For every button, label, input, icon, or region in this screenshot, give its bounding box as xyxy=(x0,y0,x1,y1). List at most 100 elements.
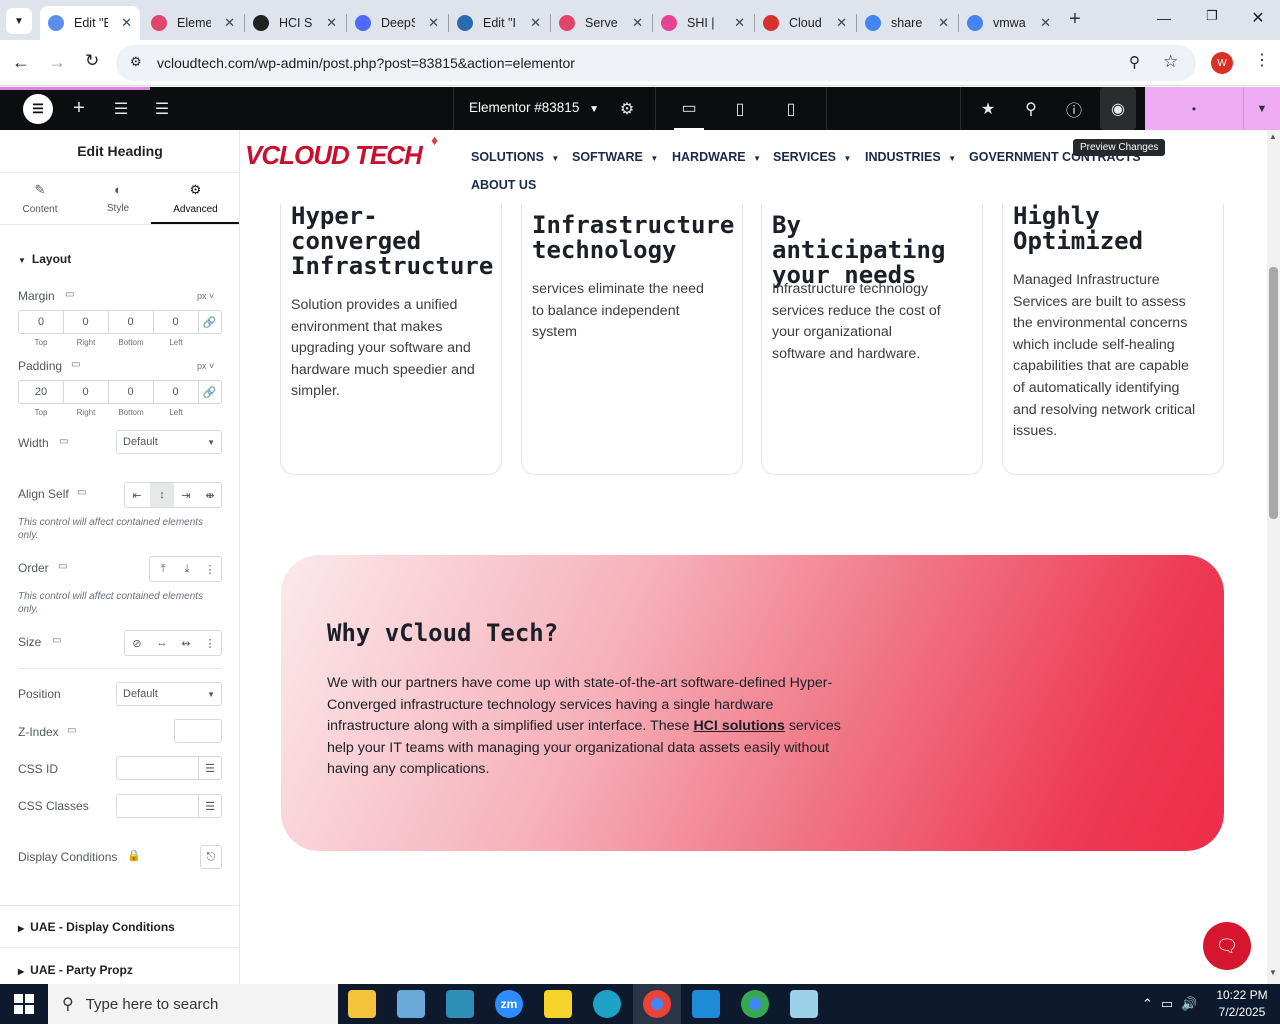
desktop-device-icon[interactable]: ▭ xyxy=(65,289,74,300)
order-end-icon[interactable]: ⤓ xyxy=(175,557,199,581)
tab-close-icon[interactable]: ✕ xyxy=(224,15,235,31)
document-title-dropdown[interactable]: Elementor #83815 ▼ xyxy=(469,100,599,115)
sticky-notes-icon[interactable] xyxy=(544,990,572,1018)
notifications-icon[interactable]: ★ xyxy=(974,87,1002,130)
display-conditions-button[interactable]: ⎋ xyxy=(200,845,222,869)
align-center-icon[interactable]: ↕ xyxy=(150,483,174,507)
nav-software[interactable]: SOFTWARE ▼ xyxy=(572,150,658,164)
padding-link-icon[interactable]: 🔗 xyxy=(198,380,222,404)
layout-section-toggle[interactable]: ▼ Layout xyxy=(18,252,71,266)
chrome-browser-icon[interactable] xyxy=(741,990,769,1018)
desktop-device-icon[interactable]: ▭ xyxy=(77,487,86,498)
chat-widget-button[interactable]: 🗨 xyxy=(1203,922,1251,970)
css-classes-input[interactable] xyxy=(116,794,199,818)
taskbar-time[interactable]: 10:22 PM xyxy=(1212,988,1272,1002)
css-id-input[interactable] xyxy=(116,756,199,780)
structure-layers-icon[interactable]: ☰ xyxy=(149,87,175,130)
align-end-icon[interactable]: ⇥ xyxy=(174,483,198,507)
browser-tab[interactable]: DeepS ✕ xyxy=(347,6,447,40)
padding-right-input[interactable]: 0 xyxy=(63,380,109,404)
position-select[interactable]: Default ▼ xyxy=(116,682,222,706)
app-icon[interactable] xyxy=(790,990,818,1018)
scrollbar-thumb[interactable] xyxy=(1269,267,1278,519)
padding-top-input[interactable]: 20 xyxy=(18,380,64,404)
tablet-view-icon[interactable]: ▯ xyxy=(725,87,755,130)
forward-icon[interactable]: → xyxy=(48,52,66,73)
new-tab-button[interactable]: + xyxy=(1064,8,1086,32)
padding-left-input[interactable]: 0 xyxy=(153,380,199,404)
back-icon[interactable]: ← xyxy=(12,52,30,73)
taskbar-date[interactable]: 7/2/2025 xyxy=(1212,1005,1272,1019)
canvas-scrollbar[interactable]: ▲ ▼ xyxy=(1267,130,1280,984)
help-icon[interactable]: ⓘ xyxy=(1060,87,1088,130)
system-tray-icons[interactable]: ⌃▭🔊 xyxy=(1142,996,1205,1012)
site-settings-icon[interactable]: ☰ xyxy=(108,87,134,130)
browser-tab[interactable]: vmwa ✕ xyxy=(959,6,1059,40)
file-explorer-icon[interactable] xyxy=(348,990,376,1018)
maximize-button[interactable]: ❐ xyxy=(1200,8,1224,28)
nav-about-us[interactable]: ABOUT US xyxy=(471,178,536,192)
preview-eye-icon[interactable]: ◉ xyxy=(1100,87,1136,130)
publish-button[interactable]: • xyxy=(1145,87,1243,130)
nav-services[interactable]: SERVICES ▼ xyxy=(773,150,851,164)
tab-close-icon[interactable]: ✕ xyxy=(632,15,643,31)
uae-party-propz-section[interactable]: ▶ UAE - Party Propz xyxy=(18,963,133,977)
address-bar[interactable]: ⚙ vcloudtech.com/wp-admin/post.php?post=… xyxy=(116,45,1196,81)
size-shrink-icon[interactable]: ↭ xyxy=(174,631,198,655)
minimize-button[interactable]: — xyxy=(1152,10,1176,30)
desktop-device-icon[interactable]: ▭ xyxy=(67,725,76,736)
tab-search-button[interactable]: ▼ xyxy=(6,8,32,34)
tab-close-icon[interactable]: ✕ xyxy=(734,15,745,31)
tab-close-icon[interactable]: ✕ xyxy=(326,15,337,31)
browser-tab[interactable]: Serve ✕ xyxy=(551,6,651,40)
size-custom-icon[interactable]: ⋮ xyxy=(198,631,222,655)
uae-display-conditions-section[interactable]: ▶ UAE - Display Conditions xyxy=(18,920,175,934)
mobile-view-icon[interactable]: ▯ xyxy=(776,87,806,130)
zindex-input[interactable] xyxy=(174,719,222,743)
tab-close-icon[interactable]: ✕ xyxy=(1040,15,1051,31)
desktop-device-icon[interactable]: ▭ xyxy=(52,635,61,646)
close-window-button[interactable]: ✕ xyxy=(1246,8,1270,28)
scrollbar-down-icon[interactable]: ▼ xyxy=(1269,968,1277,977)
margin-unit-select[interactable]: px ˅ xyxy=(197,291,214,301)
windows-start-icon[interactable] xyxy=(14,994,34,1014)
add-element-icon[interactable]: + xyxy=(66,87,92,130)
edge-browser-icon[interactable] xyxy=(593,990,621,1018)
zoom-icon[interactable]: ⚲ xyxy=(1129,53,1140,71)
padding-unit-select[interactable]: px ˅ xyxy=(197,361,214,371)
tab-advanced[interactable]: ⚙ Advanced xyxy=(151,182,239,224)
margin-right-input[interactable]: 0 xyxy=(63,310,109,334)
browser-menu-icon[interactable]: ⋮ xyxy=(1254,50,1270,70)
width-select[interactable]: Default ▼ xyxy=(116,430,222,454)
browser-tab[interactable]: Eleme ✕ xyxy=(143,6,243,40)
reload-icon[interactable]: ↻ xyxy=(85,51,99,71)
site-info-icon[interactable]: ⚙ xyxy=(130,54,142,70)
margin-left-input[interactable]: 0 xyxy=(153,310,199,334)
vscode-icon[interactable] xyxy=(692,990,720,1018)
chrome-browser-icon[interactable] xyxy=(643,990,671,1018)
zoom-app-icon[interactable]: zm xyxy=(495,990,523,1018)
page-settings-gear-icon[interactable]: ⚙ xyxy=(613,87,641,130)
scrollbar-up-icon[interactable]: ▲ xyxy=(1269,132,1277,141)
browser-tab[interactable]: share ✕ xyxy=(857,6,957,40)
site-logo[interactable]: VCLOUD TECH xyxy=(245,140,423,171)
browser-tab[interactable]: Cloud ✕ xyxy=(755,6,855,40)
margin-bottom-input[interactable]: 0 xyxy=(108,310,154,334)
tab-close-icon[interactable]: ✕ xyxy=(121,15,132,31)
size-grow-icon[interactable]: ↔ xyxy=(150,631,174,655)
bookmark-star-icon[interactable]: ☆ xyxy=(1163,52,1178,72)
profile-avatar[interactable]: W xyxy=(1211,52,1233,74)
nav-industries[interactable]: INDUSTRIES ▼ xyxy=(865,150,956,164)
desktop-device-icon[interactable]: ▭ xyxy=(58,561,67,572)
elementor-logo-icon[interactable]: ☰ xyxy=(23,94,53,124)
tab-close-icon[interactable]: ✕ xyxy=(428,15,439,31)
hci-solutions-link[interactable]: HCI solutions xyxy=(693,718,784,734)
browser-tab[interactable]: Edit "E ✕ xyxy=(40,6,140,40)
desktop-device-icon[interactable]: ▭ xyxy=(59,436,68,447)
align-start-icon[interactable]: ⇤ xyxy=(125,483,149,507)
tab-close-icon[interactable]: ✕ xyxy=(836,15,847,31)
margin-link-icon[interactable]: 🔗 xyxy=(198,310,222,334)
dynamic-tags-icon[interactable]: ☰ xyxy=(198,756,222,780)
tab-close-icon[interactable]: ✕ xyxy=(938,15,949,31)
desktop-device-icon[interactable]: ▭ xyxy=(71,359,80,370)
